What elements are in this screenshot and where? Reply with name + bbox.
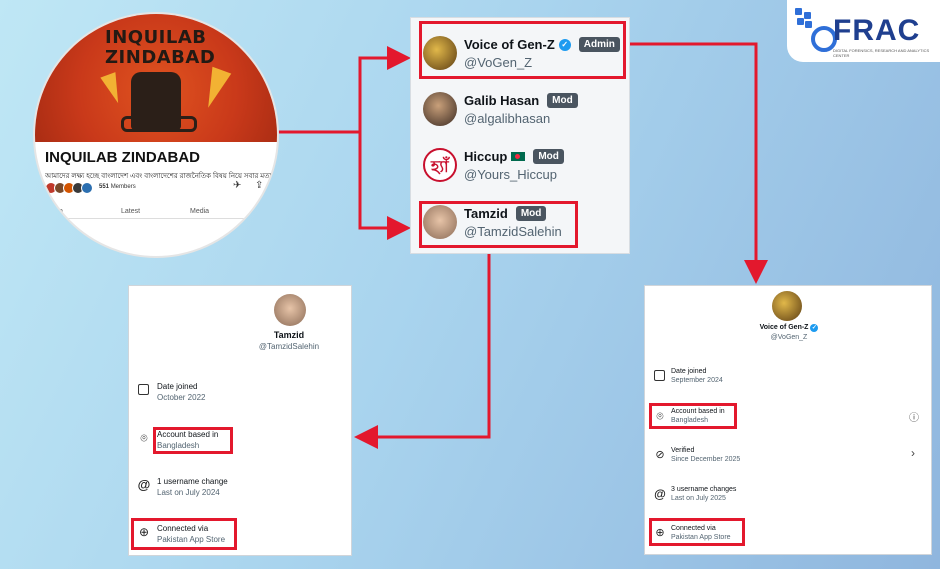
location-pin-icon: ⌾ (140, 431, 148, 445)
mod-name: Hiccup (464, 149, 508, 164)
divider (35, 218, 277, 219)
mod-name: Galib Hasan (464, 93, 540, 108)
member-avatars[interactable] (45, 182, 93, 194)
bangladesh-flag-icon (511, 152, 526, 161)
list-item[interactable]: হ্যাঁ Hiccup Mod @Yours_Hiccup (411, 138, 631, 194)
verified-check-icon: ⊘ (655, 449, 665, 461)
role-badge: Mod (547, 93, 578, 108)
profile-name: Voice of Gen-Z ✓ (759, 324, 819, 332)
avatar (772, 291, 802, 321)
lightning-icon (100, 72, 126, 106)
tab-latest[interactable]: Latest (121, 208, 140, 215)
community-name: INQUILAB ZINDABAD (45, 149, 200, 166)
at-icon: @ (137, 477, 151, 492)
member-count[interactable]: 551 Members (99, 184, 136, 190)
profile-handle: @VoGen_Z (770, 334, 808, 341)
list-item[interactable]: Galib Hasan Mod @algalibhasan (411, 82, 631, 138)
mod-handle: @Yours_Hiccup (464, 167, 557, 182)
highlight-box (649, 403, 737, 429)
calendar-icon (138, 384, 149, 395)
highlight-box (153, 427, 233, 454)
fist-icon (121, 72, 197, 132)
at-icon: @ (654, 487, 666, 501)
moderator-list: Voice of Gen-Z ✓ Admin @VoGen_Z Galib Ha… (410, 17, 630, 254)
magnifier-logo-icon (795, 8, 837, 52)
mod-handle: @algalibhasan (464, 111, 551, 126)
pin-icon[interactable]: ✈ (233, 180, 241, 191)
tab-top[interactable]: op (55, 208, 63, 215)
calendar-icon (654, 370, 665, 381)
chevron-right-icon[interactable]: › (911, 446, 915, 460)
avatar: হ্যাঁ (423, 148, 457, 182)
avatar (274, 294, 306, 326)
banner-title: INQUILAB ZINDABAD (105, 27, 216, 68)
community-banner: INQUILAB ZINDABAD (35, 14, 277, 142)
role-badge: Mod (533, 149, 564, 164)
logo-tagline: DIGITAL FORENSICS, RESEARCH AND ANALYTIC… (833, 48, 930, 58)
share-icon[interactable]: ⇪ (255, 180, 263, 191)
tab-media[interactable]: Media (190, 208, 209, 215)
community-info-heading: ity Info (57, 232, 84, 241)
verified-badge-icon: ✓ (810, 324, 819, 332)
highlight-box (419, 21, 626, 79)
logo-text: FRAC (833, 14, 921, 47)
highlight-box (419, 201, 578, 248)
avatar (423, 92, 457, 126)
profile-card-tamzid: Tamzid @TamzidSalehin Date joined Octobe… (128, 285, 352, 556)
community-card: INQUILAB ZINDABAD INQUILAB ZINDABAD আমাদ… (33, 12, 279, 258)
profile-name: Tamzid (273, 330, 305, 340)
highlight-box (649, 518, 745, 546)
highlight-box (131, 518, 237, 550)
lightning-icon (198, 66, 232, 112)
profile-handle: @TamzidSalehin (258, 342, 320, 351)
info-icon[interactable]: ⓘ (909, 409, 919, 424)
frac-logo: FRAC DIGITAL FORENSICS, RESEARCH AND ANA… (787, 0, 940, 62)
profile-card-voice-of-genz: Voice of Gen-Z ✓ @VoGen_Z Date joined Se… (644, 285, 932, 555)
